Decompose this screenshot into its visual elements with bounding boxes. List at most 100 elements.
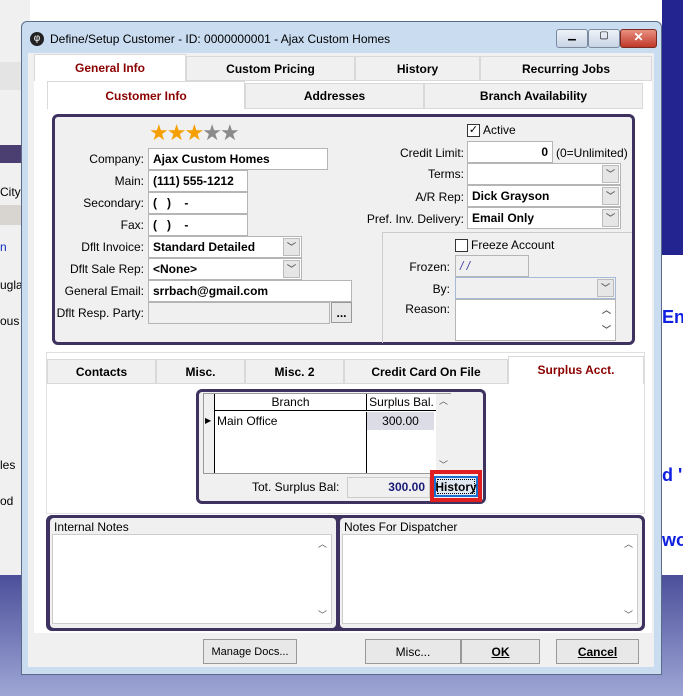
- tab-misc[interactable]: Misc.: [156, 359, 245, 384]
- grid-scrollbar[interactable]: ︿ ﹀: [436, 394, 451, 473]
- dflt-invoice-select[interactable]: Standard Detailed ﹀: [148, 236, 302, 258]
- scroll-down-icon[interactable]: ﹀: [624, 608, 633, 621]
- tot-surplus-label: Tot. Surplus Bal:: [252, 480, 340, 494]
- window-title: Define/Setup Customer - ID: 0000000001 -…: [50, 32, 391, 46]
- pref-inv-delivery-value: Email Only: [472, 211, 535, 225]
- manage-docs-button[interactable]: Manage Docs...: [203, 639, 297, 664]
- dflt-resp-party-label: Dflt Resp. Party:: [56, 306, 144, 320]
- tab-general-info[interactable]: General Info: [34, 54, 186, 81]
- frozen-label: Frozen:: [409, 260, 450, 274]
- star-icon[interactable]: ★: [149, 120, 169, 145]
- bg-text: Ent: [662, 307, 683, 327]
- bg-text: n: [0, 240, 7, 254]
- tab-customer-info[interactable]: Customer Info: [47, 81, 245, 109]
- reason-textarea[interactable]: ︿ ﹀: [455, 299, 616, 341]
- tab-history[interactable]: History: [355, 56, 480, 81]
- surplus-grid: ▶ Branch Surplus Bal. Main Office 300.00…: [203, 393, 451, 474]
- tab-custom-pricing[interactable]: Custom Pricing: [186, 56, 355, 81]
- pref-inv-delivery-label: Pref. Inv. Delivery:: [366, 212, 464, 226]
- pref-inv-delivery-select[interactable]: Email Only ﹀: [467, 207, 621, 229]
- internal-notes-label: Internal Notes: [54, 520, 129, 534]
- fax-field[interactable]: ( ) -: [148, 214, 248, 236]
- active-checkbox[interactable]: ✓: [467, 124, 480, 137]
- fax-label: Fax:: [120, 218, 144, 232]
- rating-stars[interactable]: ★★★★★: [149, 120, 240, 146]
- credit-limit-note: (0=Unlimited): [556, 146, 628, 160]
- scroll-up-icon[interactable]: ︿: [318, 537, 327, 550]
- chevron-down-icon[interactable]: ﹀: [283, 260, 300, 278]
- app-icon: φ: [30, 32, 44, 46]
- tab-contacts[interactable]: Contacts: [47, 359, 156, 384]
- row-surplus-bal[interactable]: 300.00: [366, 412, 434, 430]
- scroll-up-icon[interactable]: ︿: [602, 302, 611, 318]
- tab-misc-2[interactable]: Misc. 2: [245, 359, 344, 384]
- dispatcher-notes-group: Notes For Dispatcher ︿ ﹀: [340, 518, 642, 628]
- column-header-branch[interactable]: Branch: [215, 394, 366, 411]
- scroll-up-icon[interactable]: ︿: [436, 394, 451, 407]
- credit-limit-label: Credit Limit:: [399, 146, 464, 160]
- ok-button[interactable]: OK: [461, 639, 540, 664]
- frozen-date-field[interactable]: / /: [455, 255, 529, 277]
- reason-label: Reason:: [405, 302, 450, 316]
- row-indicator-column: [204, 394, 215, 473]
- tab-surplus-acct[interactable]: Surplus Acct.: [508, 356, 644, 384]
- star-icon[interactable]: ★: [184, 120, 204, 145]
- close-button[interactable]: ✕: [620, 29, 657, 48]
- bg-text: wo: [662, 530, 683, 550]
- dflt-sale-rep-value: <None>: [153, 262, 198, 276]
- tab-recurring-jobs[interactable]: Recurring Jobs: [480, 56, 652, 81]
- scroll-up-icon[interactable]: ︿: [624, 537, 633, 550]
- star-icon[interactable]: ★: [167, 120, 187, 145]
- secondary-phone-field[interactable]: ( ) -: [148, 192, 248, 214]
- bg-text: ugla: [0, 278, 23, 292]
- credit-limit-field[interactable]: 0: [467, 141, 553, 163]
- maximize-button[interactable]: ▢: [588, 29, 620, 48]
- bg-text: City: [0, 185, 21, 199]
- tab-addresses[interactable]: Addresses: [245, 83, 424, 109]
- dispatcher-notes-textarea[interactable]: ︿ ﹀: [342, 534, 638, 624]
- internal-notes-group: Internal Notes ︿ ﹀: [50, 518, 336, 628]
- row-branch[interactable]: Main Office: [217, 414, 277, 428]
- by-select[interactable]: ﹀: [455, 277, 616, 299]
- column-header-surplus-bal[interactable]: Surplus Bal.: [366, 394, 436, 411]
- chevron-down-icon[interactable]: ﹀: [602, 165, 619, 183]
- dispatcher-notes-label: Notes For Dispatcher: [344, 520, 458, 534]
- general-email-field[interactable]: srrbach@gmail.com: [148, 280, 352, 302]
- main-phone-field[interactable]: (111) 555-1212: [148, 170, 248, 192]
- chevron-down-icon[interactable]: ﹀: [283, 238, 300, 256]
- tab-credit-card-on-file[interactable]: Credit Card On File: [344, 359, 508, 384]
- freeze-account-label: Freeze Account: [471, 238, 555, 252]
- chevron-down-icon[interactable]: ﹀: [597, 279, 614, 297]
- minimize-button[interactable]: ▁: [556, 29, 588, 48]
- chevron-down-icon[interactable]: ﹀: [602, 209, 619, 227]
- general-email-label: General Email:: [64, 284, 144, 298]
- scroll-down-icon[interactable]: ﹀: [318, 608, 327, 621]
- cancel-button[interactable]: Cancel: [556, 639, 639, 664]
- bg-text: ous: [0, 314, 20, 328]
- history-button[interactable]: History: [434, 476, 478, 497]
- chevron-down-icon[interactable]: ﹀: [602, 187, 619, 205]
- by-label: By:: [432, 282, 450, 296]
- dflt-resp-party-field[interactable]: [148, 302, 330, 324]
- scroll-down-icon[interactable]: ﹀: [602, 322, 611, 338]
- misc-button[interactable]: Misc...: [365, 639, 461, 664]
- terms-select[interactable]: ﹀: [467, 163, 621, 185]
- bg-text: d ': [662, 465, 683, 485]
- active-label: Active: [483, 123, 516, 137]
- grid-line: [366, 430, 367, 473]
- ar-rep-label: A/R Rep:: [415, 190, 464, 204]
- ar-rep-select[interactable]: Dick Grayson ﹀: [467, 185, 621, 207]
- star-icon[interactable]: ★: [220, 120, 240, 145]
- internal-notes-textarea[interactable]: ︿ ﹀: [52, 534, 332, 624]
- dflt-invoice-value: Standard Detailed: [153, 240, 256, 254]
- company-field[interactable]: Ajax Custom Homes: [148, 148, 328, 170]
- dflt-invoice-label: Dflt Invoice:: [81, 240, 144, 254]
- ar-rep-value: Dick Grayson: [472, 189, 550, 203]
- tab-branch-availability[interactable]: Branch Availability: [424, 83, 643, 109]
- star-icon[interactable]: ★: [202, 120, 222, 145]
- company-label: Company:: [89, 152, 144, 166]
- freeze-account-checkbox[interactable]: [455, 239, 468, 252]
- tot-surplus-value: 300.00: [347, 477, 430, 498]
- bg-text: les: [0, 458, 16, 472]
- dflt-sale-rep-select[interactable]: <None> ﹀: [148, 258, 302, 280]
